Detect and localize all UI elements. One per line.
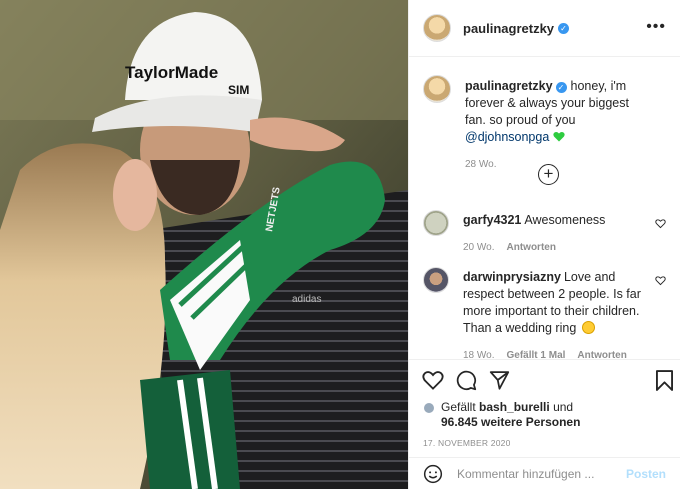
- caption: paulinagretzky ✓ honey, i'm forever & alwa…: [409, 75, 680, 173]
- instagram-post-modal: TaylorMade SIM NETJETS adidas paulinagre…: [0, 0, 680, 489]
- post-photo[interactable]: TaylorMade SIM NETJETS adidas: [0, 0, 408, 489]
- comment-age[interactable]: 20 Wo.: [463, 242, 495, 253]
- post-comment-button[interactable]: Posten: [626, 467, 666, 481]
- likes-text: Gefällt bash_burelli und 96.845 weitere …: [441, 400, 580, 430]
- comment-likes[interactable]: Gefällt 1 Mal: [507, 350, 566, 359]
- caption-mention[interactable]: @djohnsonpga: [465, 130, 549, 144]
- comment-input[interactable]: [457, 466, 626, 481]
- author-avatar[interactable]: [423, 14, 451, 42]
- cap-brand-text: TaylorMade: [125, 63, 218, 82]
- caption-avatar[interactable]: [423, 75, 451, 103]
- post-date[interactable]: 17. NOVEMBER 2020: [409, 438, 680, 448]
- commenter-avatar[interactable]: [423, 267, 449, 293]
- emoji-icon[interactable]: [423, 464, 443, 484]
- likes-prefix: Gefällt: [441, 400, 476, 414]
- share-icon[interactable]: [489, 370, 510, 390]
- post-photo-illustration: TaylorMade SIM NETJETS adidas: [0, 0, 408, 489]
- comment-heart-icon[interactable]: [655, 218, 666, 229]
- heart-icon[interactable]: [422, 370, 444, 390]
- comment-username[interactable]: garfy4321: [463, 213, 521, 227]
- comment-body: garfy4321 Awesomeness 20 Wo. Antworten: [463, 212, 666, 256]
- reply-button[interactable]: Antworten: [507, 242, 556, 253]
- post-header: paulinagretzky ✓ •••: [409, 0, 680, 57]
- comment-text: Awesomeness: [524, 213, 606, 227]
- comment-body: darwinprysiazny Love and respect between …: [463, 269, 666, 359]
- action-icons: [409, 360, 680, 400]
- liker-avatar[interactable]: [423, 402, 435, 414]
- likes-count[interactable]: 96.845 weitere Personen: [441, 415, 580, 429]
- post-side-panel: paulinagretzky ✓ ••• paulinagretzky ✓ hone…: [408, 0, 680, 489]
- comment-item: darwinprysiazny Love and respect between …: [409, 267, 680, 359]
- comment-item: garfy4321 Awesomeness 20 Wo. Antworten: [409, 210, 680, 256]
- liker-username[interactable]: bash_burelli: [479, 400, 550, 414]
- smile-emoji-icon: [581, 321, 595, 334]
- commenter-avatar[interactable]: [423, 210, 449, 236]
- save-icon[interactable]: [656, 370, 673, 391]
- caption-body: paulinagretzky ✓ honey, i'm forever & alwa…: [465, 78, 666, 173]
- comment-icon[interactable]: [456, 370, 477, 391]
- verified-icon: ✓: [555, 82, 567, 93]
- reply-button[interactable]: Antworten: [577, 350, 626, 359]
- comment-age[interactable]: 18 Wo.: [463, 350, 495, 359]
- cap-side-text: SIM: [228, 83, 249, 97]
- green-heart-icon: [553, 131, 565, 142]
- likes-summary: Gefällt bash_burelli und 96.845 weitere …: [409, 400, 680, 430]
- caption-age[interactable]: 28 Wo.: [465, 159, 497, 170]
- caption-username[interactable]: paulinagretzky: [465, 79, 553, 93]
- comment-heart-icon[interactable]: [655, 275, 666, 286]
- comments-section: paulinagretzky ✓ honey, i'm forever & alwa…: [409, 57, 680, 359]
- load-more-icon[interactable]: +: [538, 164, 559, 185]
- comment-username[interactable]: darwinprysiazny: [463, 270, 561, 284]
- shirt-text: adidas: [292, 294, 321, 305]
- likes-middle: und: [553, 400, 574, 414]
- author-username[interactable]: paulinagretzky: [463, 21, 554, 36]
- comment-meta: 18 Wo. Gefällt 1 Mal Antworten: [463, 347, 650, 359]
- more-icon[interactable]: •••: [646, 19, 666, 35]
- add-comment-bar: Posten: [409, 457, 680, 489]
- verified-icon: ✓: [558, 22, 570, 34]
- comment-meta: 20 Wo. Antworten: [463, 239, 650, 256]
